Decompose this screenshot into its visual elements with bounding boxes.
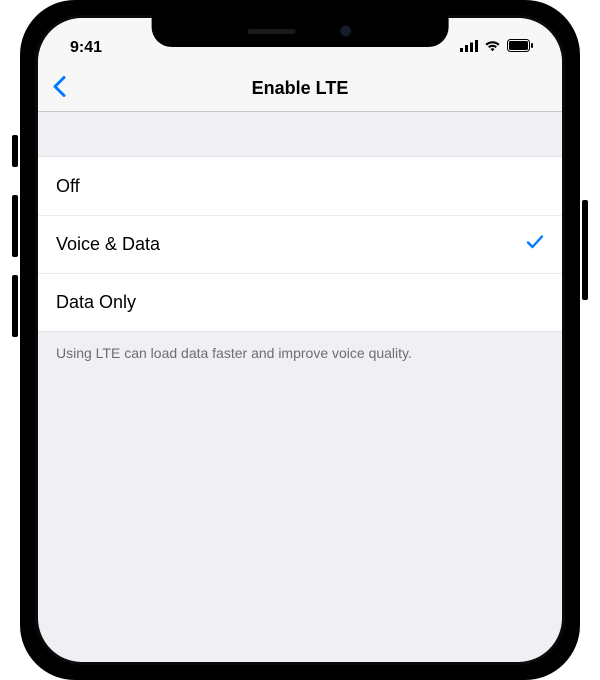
section-spacer <box>38 112 562 156</box>
page-title: Enable LTE <box>252 78 349 99</box>
option-label: Off <box>56 176 80 197</box>
option-label: Voice & Data <box>56 234 160 255</box>
wifi-icon <box>484 39 501 57</box>
checkmark-icon <box>526 234 544 255</box>
cellular-icon <box>460 39 478 57</box>
option-voice-and-data[interactable]: Voice & Data <box>38 215 562 273</box>
back-button[interactable] <box>52 75 66 102</box>
option-data-only[interactable]: Data Only <box>38 273 562 331</box>
status-icons <box>460 39 540 57</box>
content: Off Voice & Data Data Only Using LTE can… <box>38 112 562 375</box>
screen: 9:41 <box>38 18 562 662</box>
option-off[interactable]: Off <box>38 157 562 215</box>
section-footer: Using LTE can load data faster and impro… <box>38 332 562 375</box>
silence-switch[interactable] <box>12 135 18 167</box>
status-time: 9:41 <box>60 39 102 57</box>
notch <box>152 15 449 47</box>
option-label: Data Only <box>56 292 136 313</box>
front-camera <box>340 25 352 37</box>
options-list: Off Voice & Data Data Only <box>38 156 562 332</box>
volume-down-button[interactable] <box>12 275 18 337</box>
power-button[interactable] <box>582 200 588 300</box>
phone-inner: 9:41 <box>35 15 565 665</box>
nav-bar: Enable LTE <box>38 66 562 112</box>
phone-frame: 9:41 <box>20 0 580 680</box>
volume-up-button[interactable] <box>12 195 18 257</box>
battery-icon <box>507 39 534 57</box>
chevron-left-icon <box>52 75 66 102</box>
speaker <box>248 29 296 34</box>
